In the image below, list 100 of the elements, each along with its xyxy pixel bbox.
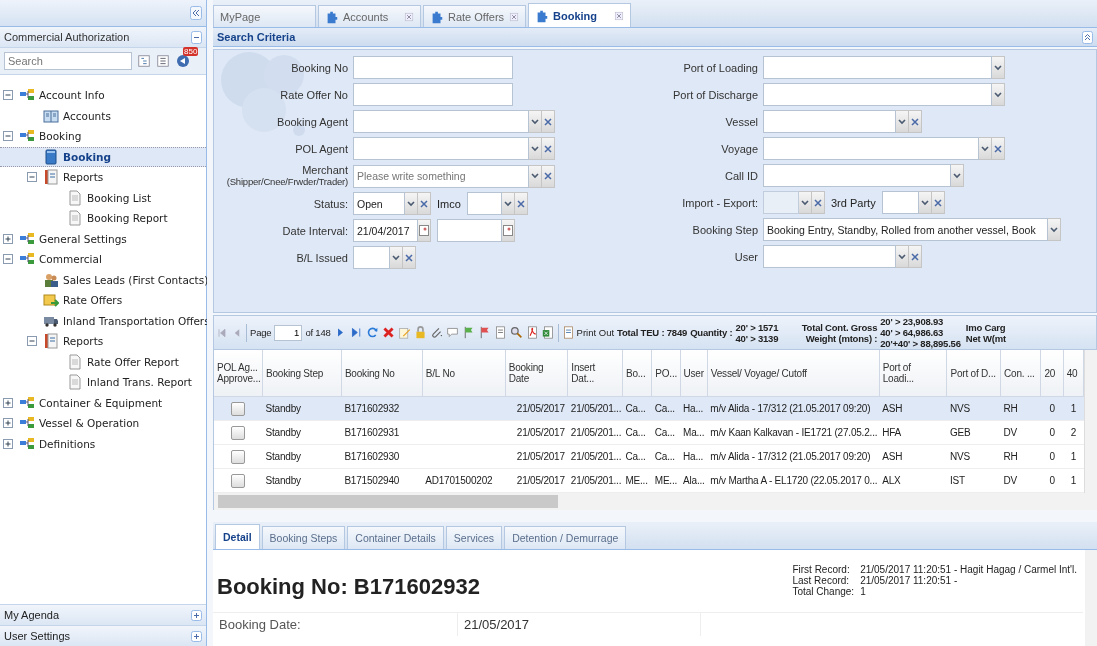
scrollbar[interactable] <box>213 493 1097 510</box>
checkbox[interactable] <box>231 449 246 464</box>
minus-box-icon[interactable] <box>3 131 13 142</box>
minimize-icon[interactable] <box>191 30 202 44</box>
plus-box-icon[interactable] <box>3 438 13 449</box>
clear-icon[interactable] <box>911 117 919 126</box>
delete-icon[interactable] <box>381 326 395 339</box>
dropdown-field[interactable] <box>353 110 529 133</box>
tree-item[interactable]: Reports <box>0 331 206 352</box>
dropdown-field[interactable] <box>763 245 896 268</box>
column-header[interactable]: Insert Dat... <box>567 350 623 397</box>
plus-box-icon[interactable] <box>3 397 13 408</box>
tree-item[interactable]: Booking List <box>0 187 206 208</box>
tab[interactable]: Detail <box>215 524 260 549</box>
tab[interactable]: Accounts <box>318 5 421 27</box>
tree-item[interactable]: Booking <box>0 146 206 167</box>
date-field[interactable] <box>437 219 502 242</box>
dropdown-field[interactable] <box>763 110 896 133</box>
print-button[interactable]: Print Out <box>561 326 615 339</box>
minus-box-icon[interactable] <box>27 336 37 347</box>
panel-title[interactable]: My Agenda <box>4 609 60 621</box>
column-header[interactable]: Bo... <box>622 350 652 397</box>
plus-box-icon[interactable] <box>3 233 13 244</box>
document-icon[interactable] <box>493 326 507 339</box>
tree-item[interactable]: Inland Trans. Report <box>0 372 206 393</box>
column-header[interactable]: Port of Loadi... <box>879 350 947 397</box>
lock-icon[interactable] <box>413 326 427 339</box>
clear-icon[interactable] <box>933 198 942 207</box>
minus-box-icon[interactable] <box>27 172 37 183</box>
clear-icon[interactable] <box>544 172 552 180</box>
tab[interactable]: Rate Offers <box>423 5 526 27</box>
tab[interactable]: Container Details <box>347 526 444 549</box>
date-field[interactable]: 21/04/2017 <box>353 219 418 242</box>
column-header[interactable]: 20 <box>1040 350 1064 397</box>
comment-icon[interactable] <box>445 326 459 339</box>
dropdown-field[interactable] <box>881 191 919 214</box>
input-field[interactable] <box>353 83 513 106</box>
dropdown-field[interactable] <box>353 246 390 269</box>
dropdown-field[interactable]: Please write something <box>353 164 529 188</box>
close-icon[interactable] <box>614 10 624 21</box>
column-header[interactable]: B/L No <box>422 350 506 397</box>
expand-icon[interactable] <box>191 630 202 642</box>
tree-item[interactable]: Reports <box>0 167 206 188</box>
clear-icon[interactable] <box>994 144 1002 153</box>
page-field[interactable]: 1 <box>274 324 303 341</box>
dropdown-field[interactable] <box>763 137 979 160</box>
column-header[interactable]: PO... <box>651 350 681 397</box>
tab[interactable]: MyPage <box>213 5 316 27</box>
calendar-icon[interactable] <box>419 225 429 236</box>
refresh-icon[interactable] <box>365 326 379 339</box>
tree-item[interactable]: Sales Leads (First Contacts) <box>0 269 206 290</box>
table-row[interactable]: Standby B171502940 AD1701500202 21/05/2017 21/05/201... ME... ME... Ala... m/v Martha A - EL1720 (22.05.2017 0... ALX IST DV 0 1 <box>214 468 1084 493</box>
clear-icon[interactable] <box>911 252 919 261</box>
tab[interactable]: Services <box>445 526 503 549</box>
tree-item[interactable]: Booking Report <box>0 208 206 229</box>
checkbox[interactable] <box>231 401 246 416</box>
expand-icon[interactable] <box>191 609 202 621</box>
minus-box-icon[interactable] <box>3 254 13 265</box>
column-header[interactable]: Con. ... <box>1000 350 1041 397</box>
tree-item[interactable]: Commercial <box>0 249 206 270</box>
minus-box-icon[interactable] <box>3 90 13 101</box>
dropdown-field[interactable] <box>763 164 951 187</box>
column-header[interactable]: Booking No <box>341 350 423 397</box>
column-header[interactable]: User <box>680 350 708 397</box>
collapse-icon[interactable] <box>190 6 202 20</box>
scrollbar[interactable] <box>1085 550 1097 646</box>
tree-item[interactable]: Accounts <box>0 105 206 126</box>
table-row[interactable]: Standby B171602932 21/05/2017 21/05/201... Ca... Ca... Ha... m/v Alida - 17/312 (21.05.2017 09:20) ASH NVS RH 0 1 <box>214 396 1084 421</box>
spreadsheet-icon[interactable] <box>541 326 555 339</box>
tree-item[interactable]: Definitions <box>0 433 206 454</box>
calendar-icon[interactable] <box>503 225 513 236</box>
search-icon[interactable] <box>509 326 523 339</box>
column-header[interactable]: Port of D... <box>946 350 1001 397</box>
plus-box-icon[interactable] <box>3 418 13 429</box>
tree-item[interactable]: Account Info <box>0 85 206 106</box>
last-page-icon[interactable] <box>349 326 363 339</box>
tree-item[interactable]: Booking <box>0 126 206 147</box>
column-header[interactable]: Vessel/ Voyage/ Cutoff <box>707 350 880 397</box>
dropdown-field[interactable] <box>763 56 992 79</box>
tab[interactable]: Booking Steps <box>261 526 346 549</box>
dropdown-field[interactable]: Open <box>353 192 405 215</box>
column-header[interactable]: Booking Date <box>505 350 568 397</box>
panel-title[interactable]: User Settings <box>4 630 71 642</box>
attachment-icon[interactable] <box>429 326 443 339</box>
checkbox[interactable] <box>231 473 246 488</box>
dropdown-field[interactable] <box>466 192 502 215</box>
close-icon[interactable] <box>404 11 414 22</box>
dropdown-field[interactable] <box>353 137 529 160</box>
clear-icon[interactable] <box>516 199 525 208</box>
tab[interactable]: Detention / Demurrage <box>504 526 627 549</box>
pdf-icon[interactable] <box>525 326 539 339</box>
input-field[interactable] <box>353 56 513 79</box>
clear-icon[interactable] <box>405 253 413 262</box>
table-row[interactable]: Standby B171602931 21/05/2017 21/05/201... Ca... Ca... Ma... m/v Kaan Kalkavan - IE1721 (27.05.2... HFA GEB DV 0 2 <box>214 420 1084 445</box>
tab[interactable]: Booking <box>528 3 631 27</box>
tree-item[interactable]: General Settings <box>0 228 206 249</box>
tree-item[interactable]: Vessel & Operation <box>0 413 206 434</box>
checkbox[interactable] <box>231 425 246 440</box>
clear-icon[interactable] <box>544 144 552 153</box>
dropdown-field[interactable]: Booking Entry, Standby, Rolled from another vessel, Book <box>763 218 1048 241</box>
